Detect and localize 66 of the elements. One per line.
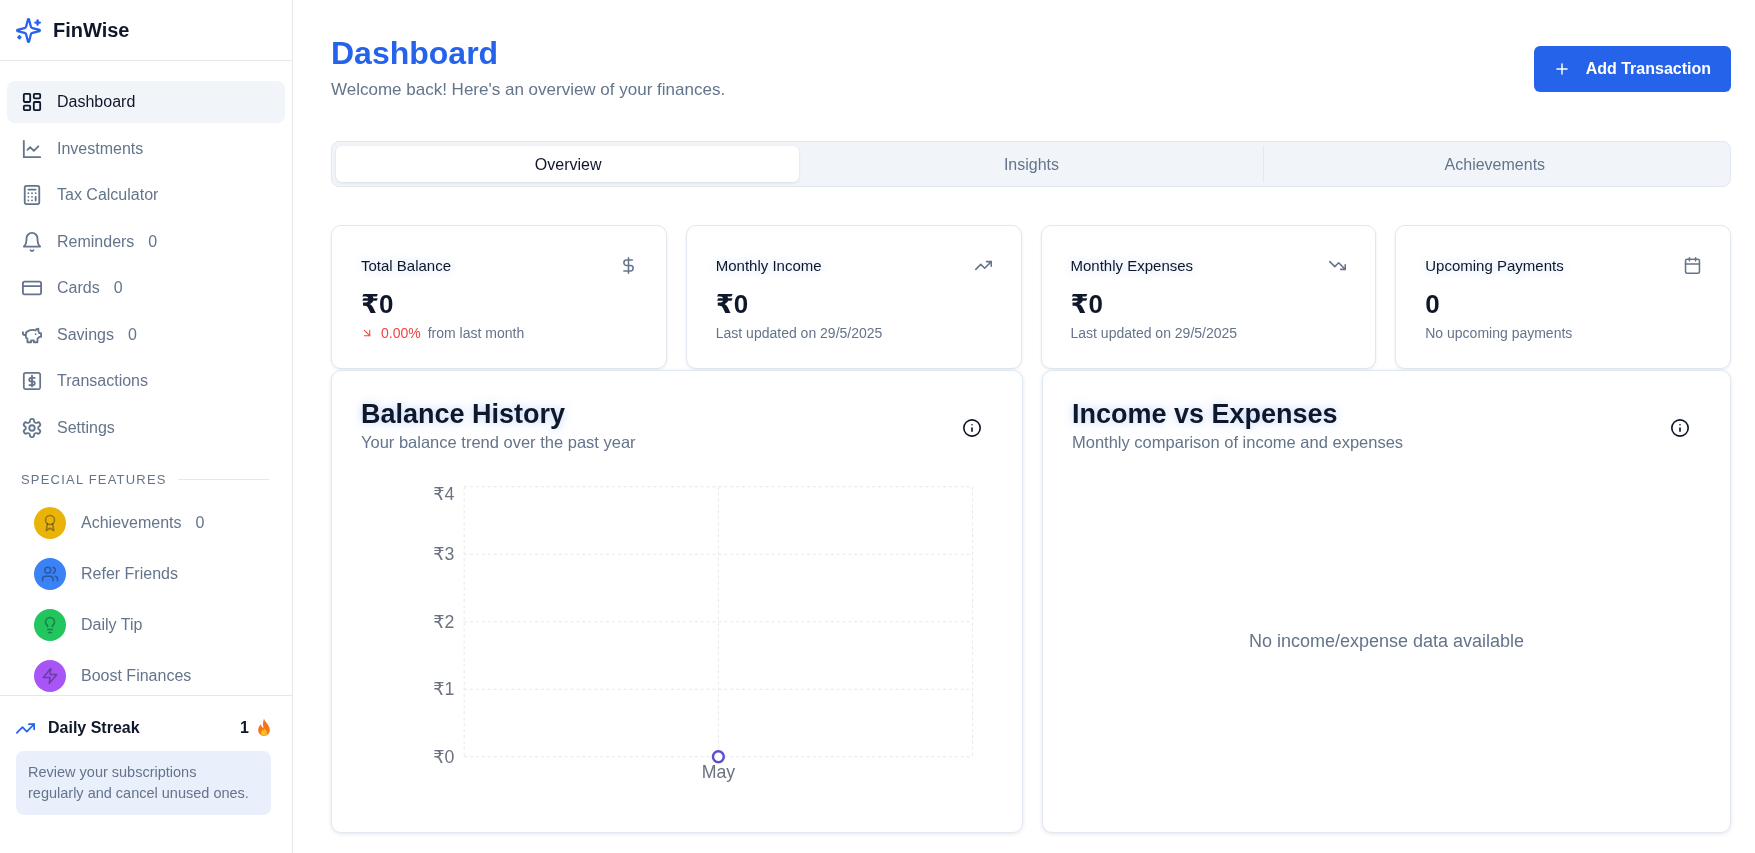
info-icon	[963, 419, 981, 437]
nav-item[interactable]: Settings	[7, 406, 285, 449]
y-axis-label: ₹4	[433, 483, 455, 504]
feature-item[interactable]: Achievements 0	[34, 505, 264, 541]
empty-message: No income/expense data available	[1248, 631, 1525, 652]
plus-icon	[1553, 61, 1570, 77]
tip-card: Review your subscriptions regularly and cancel unused ones.	[16, 751, 271, 815]
tab[interactable]: Achievements	[1262, 146, 1726, 182]
nav-item[interactable]: Tax Calculator	[7, 174, 285, 216]
tab[interactable]: Insights	[799, 146, 1263, 182]
card-note: Last updated on 29/5/2025	[715, 325, 883, 341]
flame-icon	[257, 718, 271, 738]
feature-item[interactable]: Refer Friends	[34, 556, 264, 592]
nav-item[interactable]: Investments	[7, 127, 285, 170]
calendar-icon	[1684, 256, 1701, 274]
sparkle-icon	[16, 17, 41, 43]
change-note: from last month	[427, 325, 525, 341]
card-title: Monthly Expenses	[1070, 256, 1194, 274]
add-transaction-button[interactable]: Add Transaction	[1533, 46, 1731, 92]
chart-subtitle: Your balance trend over the past year	[361, 432, 636, 453]
card-value: ₹0	[361, 288, 395, 320]
y-axis-label: ₹2	[433, 611, 455, 632]
nav-count: 0	[148, 232, 158, 251]
x-axis-label: May	[701, 762, 736, 783]
page-title: Dashboard	[331, 34, 500, 73]
change-value: 0.00%	[381, 325, 421, 341]
section-title: SPECIAL FEATURES	[21, 472, 167, 487]
feature-item[interactable]: Daily Tip	[34, 607, 264, 643]
streak-count: 1	[240, 719, 249, 737]
card-value: 0	[1425, 288, 1441, 320]
nav-count: 0	[113, 279, 123, 297]
info-icon	[1671, 419, 1689, 437]
card-note: No upcoming payments	[1425, 325, 1573, 341]
card-note: Last updated on 29/5/2025	[1070, 325, 1238, 341]
feature-count: 0	[195, 514, 205, 532]
card-title: Monthly Income	[715, 256, 822, 274]
nav-item[interactable]: Cards 0	[7, 267, 285, 309]
card-value: ₹0	[715, 288, 750, 320]
chart-subtitle: Monthly comparison of income and expenses	[1072, 432, 1404, 453]
card-title: Total Balance	[361, 256, 452, 274]
calculator-icon	[22, 185, 42, 205]
grid-icon	[22, 92, 42, 112]
arrow-down-right-icon	[361, 327, 373, 339]
nav-item[interactable]: Savings 0	[7, 313, 285, 356]
chart-title: Balance History	[361, 398, 567, 431]
brand-name: FinWise	[53, 18, 130, 42]
tab[interactable]: Overview	[336, 146, 800, 182]
nav-item[interactable]: Dashboard	[7, 81, 285, 123]
card-value: ₹0	[1070, 288, 1105, 320]
line-chart-icon	[22, 138, 42, 159]
feature-item[interactable]: Boost Finances	[34, 658, 264, 694]
dollar-document-icon	[22, 371, 42, 391]
credit-card-icon	[22, 278, 42, 298]
y-axis-label: ₹1	[433, 679, 455, 700]
streak-label: Daily Streak	[48, 719, 140, 737]
nav-item[interactable]: Transactions	[7, 360, 285, 402]
settings-icon	[22, 417, 42, 438]
data-point	[711, 750, 726, 764]
chart-title: Income vs Expenses	[1072, 398, 1339, 431]
nav-item[interactable]: Reminders 0	[7, 220, 285, 263]
card-title: Upcoming Payments	[1425, 256, 1564, 274]
bell-icon	[22, 231, 42, 252]
y-axis-label: ₹0	[433, 746, 455, 767]
y-axis-label: ₹3	[433, 544, 455, 565]
page-subtitle: Welcome back! Here's an overview of your finances.	[331, 79, 726, 101]
nav-count: 0	[127, 325, 137, 344]
